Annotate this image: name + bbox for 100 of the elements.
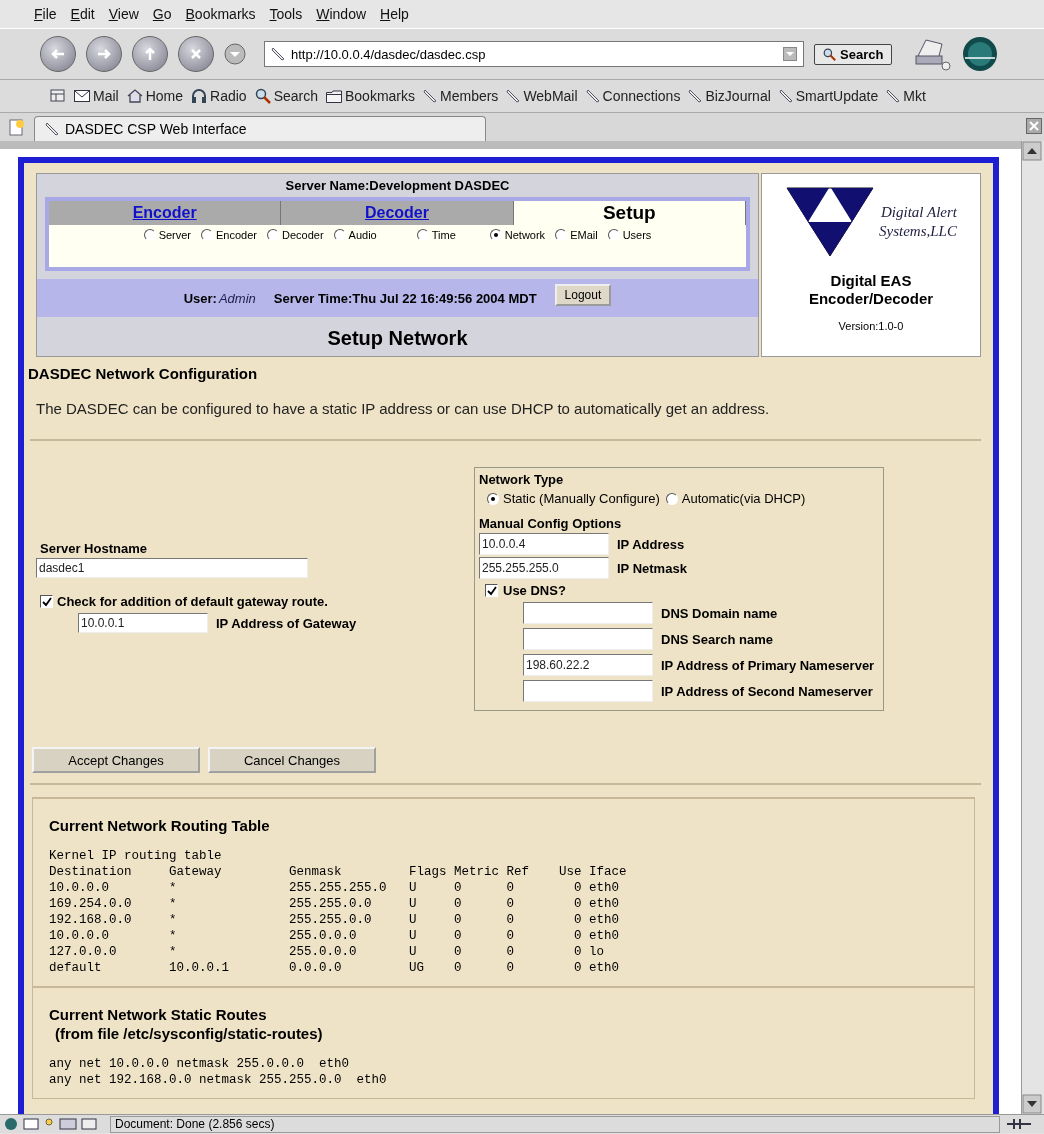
route-line: any net 10.0.0.0 netmask 255.0.0.0 eth0 <box>49 1056 351 1072</box>
checkbox[interactable] <box>40 595 53 608</box>
table-cell-text: * <box>169 880 178 896</box>
logout-button[interactable]: Logout <box>554 284 612 306</box>
text-field[interactable] <box>523 680 653 702</box>
table-cell-text: U <box>409 896 418 912</box>
checkbox[interactable] <box>485 584 498 597</box>
product-name: Encoder/Decoder <box>808 290 934 308</box>
option-label: Users <box>622 229 652 241</box>
table-cell-text: 0 <box>506 896 516 912</box>
field-label: DNS Domain name <box>661 605 778 621</box>
form-button[interactable]: Cancel Changes <box>208 747 376 773</box>
close-icon[interactable] <box>1026 118 1042 134</box>
menu-item[interactable]: Edit <box>70 6 95 22</box>
table-cell-text: 255.255.0.0 <box>289 912 373 928</box>
dropdown-icon[interactable] <box>224 43 246 65</box>
round-logo-icon[interactable] <box>962 36 999 72</box>
window-icon[interactable] <box>50 89 66 103</box>
text-field[interactable] <box>523 602 653 624</box>
bookmark-icon <box>45 122 59 136</box>
radio-button[interactable] <box>665 492 678 505</box>
browser-tab[interactable]: DASDEC CSP Web Interface <box>34 116 486 141</box>
table-cell-text: U <box>409 944 418 960</box>
table-cell-text: * <box>169 912 178 928</box>
menu-item[interactable]: File <box>34 6 57 22</box>
menu-item[interactable]: Window <box>316 6 367 22</box>
toolbar-link[interactable]: Bookmarks <box>326 88 415 104</box>
forward-arrow-button[interactable] <box>86 36 122 72</box>
radio-button[interactable] <box>416 229 429 241</box>
table-cell-text: 10.0.0.0 <box>49 880 110 896</box>
menu-item[interactable]: Bookmarks <box>185 6 256 22</box>
menu-item[interactable]: Help <box>380 6 409 22</box>
table-cell-text: 255.255.0.0 <box>289 896 373 912</box>
connection-icon <box>1006 1117 1032 1131</box>
radio-button[interactable] <box>201 229 214 241</box>
bookmark-icon <box>688 89 703 103</box>
toolbar-link[interactable]: Radio <box>191 88 247 104</box>
table-cell-text: 169.254.0.0 <box>49 896 133 912</box>
field-label: Server Hostname <box>40 541 148 556</box>
text-field[interactable]: 10.0.0.4 <box>479 533 609 555</box>
option-label: Automatic(via DHCP) <box>681 491 806 506</box>
table-cell-text: 0 <box>506 928 516 944</box>
nav-tab[interactable]: Decoder <box>281 201 514 225</box>
scrollbar[interactable] <box>1021 141 1044 1114</box>
radio-button[interactable] <box>489 229 502 241</box>
user-label: User: <box>183 290 217 306</box>
envelope-icon <box>74 90 90 102</box>
toolbar-link[interactable]: SmartUpdate <box>778 88 879 104</box>
house-icon <box>126 89 143 103</box>
search-icon <box>823 47 836 61</box>
toolbar-link[interactable]: Mail <box>74 88 119 104</box>
table-cell-text: 0 <box>573 896 582 912</box>
toolbar-link[interactable]: Search <box>254 88 318 104</box>
menu-item[interactable]: View <box>108 6 139 22</box>
text-field[interactable]: 255.255.255.0 <box>479 557 609 579</box>
toolbar-link[interactable]: Home <box>126 88 184 104</box>
checkbox-label: Use DNS? <box>503 583 566 598</box>
bookmark-icon <box>423 89 437 103</box>
menu-item[interactable]: Go <box>152 6 172 22</box>
text-field[interactable]: 198.60.22.2 <box>523 654 653 676</box>
field-label: IP Address of Gateway <box>216 615 357 631</box>
table-cell-text: 255.255.255.0 <box>289 880 388 896</box>
radio-button[interactable] <box>555 229 568 241</box>
radio-button[interactable] <box>607 229 620 241</box>
text-field[interactable] <box>523 628 653 650</box>
table-cell-text: default <box>49 960 103 976</box>
radio-button[interactable] <box>143 229 156 241</box>
nav-tab[interactable]: Encoder <box>49 201 282 225</box>
radio-button[interactable] <box>333 229 346 241</box>
toolbar-link[interactable]: BizJournal <box>688 88 771 104</box>
version-text: Version:1.0-0 <box>838 320 904 332</box>
url-field[interactable]: http://10.0.0.4/dasdec/dasdec.csp <box>264 41 804 67</box>
radio-button[interactable] <box>487 492 499 505</box>
table-cell-text: 0 <box>454 896 463 912</box>
document-icon[interactable] <box>8 119 26 137</box>
column-header: Genmask <box>289 864 343 880</box>
cross-button[interactable] <box>178 36 214 72</box>
gateway-field[interactable]: 10.0.0.1 <box>78 613 208 633</box>
toolbar-link[interactable]: Members <box>423 88 499 104</box>
printer-icon[interactable] <box>912 36 953 72</box>
search-button[interactable]: Search <box>814 43 893 65</box>
toolbar-link[interactable]: Mkt <box>886 88 926 104</box>
route-line: any net 192.168.0.0 netmask 255.255.0.0 eth0 <box>49 1072 388 1088</box>
menu-item[interactable]: Tools <box>269 6 303 22</box>
table-cell-text: 0 <box>573 912 582 928</box>
bookmark-icon <box>886 89 901 103</box>
description: The DASDEC can be configured to have a static IP address or can use DHCP to automatically get an address. <box>36 400 771 417</box>
option-label: Network <box>504 229 546 241</box>
back-arrow-button[interactable] <box>40 36 76 72</box>
triangles-logo-icon <box>785 186 876 258</box>
table-cell-text: 0 <box>573 944 582 960</box>
form-button[interactable]: Accept Changes <box>32 747 200 773</box>
toolbar-link[interactable]: Connections <box>585 88 681 104</box>
table-cell-text: UG <box>409 960 426 976</box>
table-cell-text: 255.0.0.0 <box>289 944 358 960</box>
up-arrow-button[interactable] <box>132 36 168 72</box>
hostname-field[interactable]: dasdec1 <box>36 558 308 578</box>
radio-button[interactable] <box>267 229 279 241</box>
bookmark-icon <box>585 89 600 103</box>
toolbar-link[interactable]: WebMail <box>506 88 578 104</box>
